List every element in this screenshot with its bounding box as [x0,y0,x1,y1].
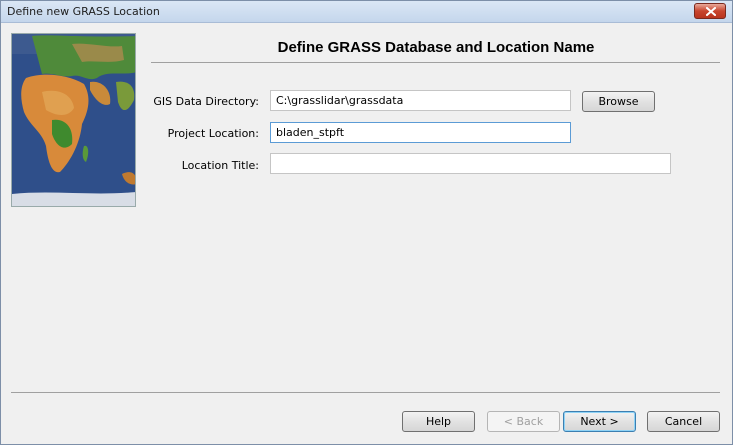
cancel-button[interactable]: Cancel [647,411,720,432]
browse-button[interactable]: Browse [582,91,655,112]
back-button[interactable]: < Back [487,411,560,432]
close-icon [706,7,716,16]
project-location-input[interactable] [270,122,571,143]
next-button[interactable]: Next > [563,411,636,432]
project-location-label: Project Location: [167,127,259,140]
close-button[interactable] [694,3,726,19]
gis-data-directory-label: GIS Data Directory: [153,95,259,108]
window-title: Define new GRASS Location [7,5,160,18]
wizard-window: Define new GRASS Location Define GRASS D… [0,0,733,445]
gis-data-directory-input[interactable] [270,90,571,111]
location-title-input[interactable] [270,153,671,174]
location-title-label: Location Title: [181,159,259,172]
page-heading: Define GRASS Database and Location Name [277,39,595,56]
help-button[interactable]: Help [402,411,475,432]
footer-divider [11,392,720,393]
title-bar[interactable]: Define new GRASS Location [1,1,732,23]
heading-divider [151,62,720,63]
world-map-image [11,33,136,207]
